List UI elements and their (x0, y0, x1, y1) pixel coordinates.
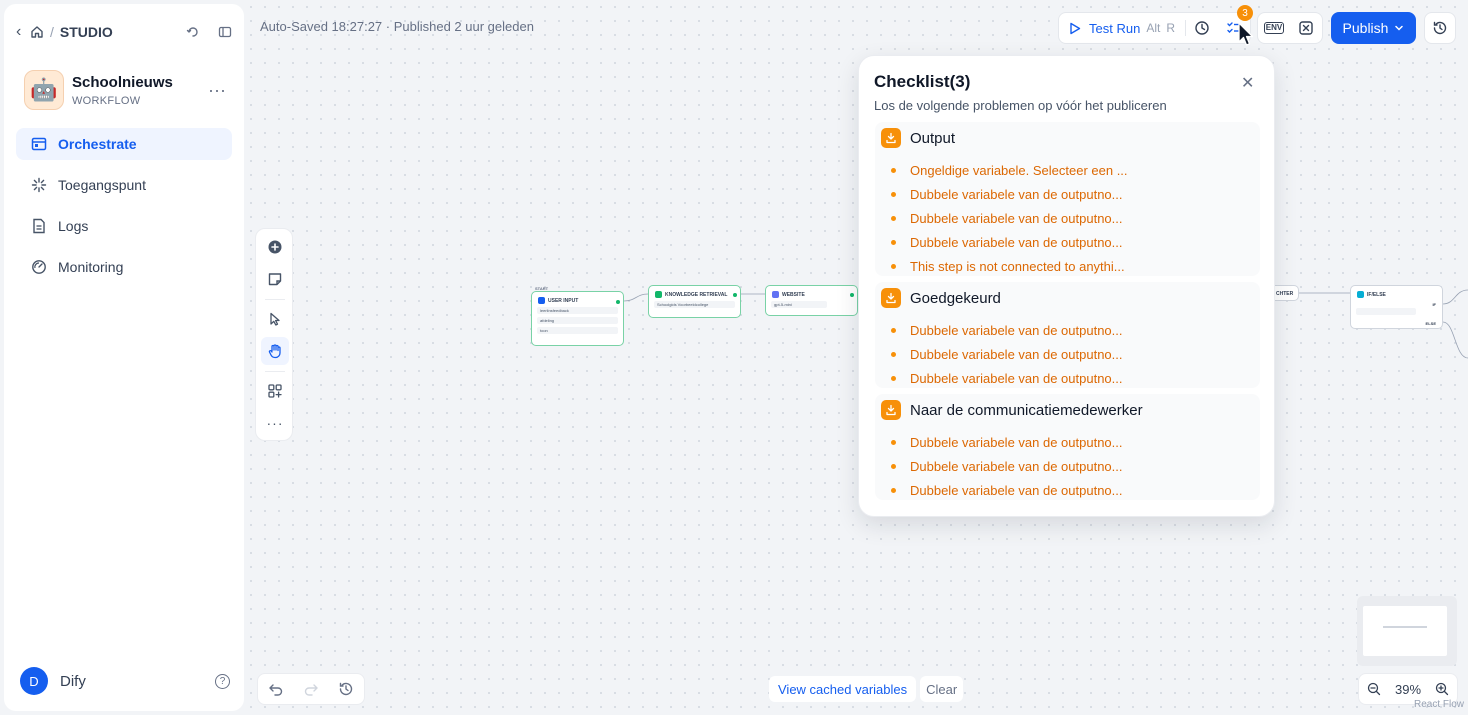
checklist-issue[interactable]: Dubbele variabele van de outputno... (891, 454, 1123, 478)
node-title: IF/ELSE (1367, 291, 1386, 298)
node-title: KNOWLEDGE RETRIEVAL (665, 291, 728, 298)
user-input-icon (538, 297, 545, 304)
node-title: CHTER (1276, 291, 1294, 297)
checklist-issue[interactable]: Dubbele variabele van de outputno... (891, 342, 1123, 366)
zoom-in-icon[interactable] (1435, 682, 1449, 696)
history-icon[interactable] (338, 681, 354, 697)
node-knowledge-row: Schoolgids Voorbeeldcollege (654, 301, 735, 308)
checklist-group-output[interactable]: Output Ongeldige variabele. Selecteer ee… (875, 122, 1260, 276)
checklist-subtitle: Los de volgende problemen op vóór het pu… (874, 98, 1167, 113)
cached-variables-bar: View cached variables Clear (769, 676, 964, 702)
node-title: USER INPUT (548, 297, 579, 304)
end-node-icon (881, 288, 901, 308)
checklist-group-goedgekeurd[interactable]: Goedgekeurd Dubbele variabele van de out… (875, 282, 1260, 388)
minimap[interactable] (1357, 596, 1457, 666)
truncated-node[interactable]: CHTER (1274, 285, 1299, 301)
zoom-out-icon[interactable] (1367, 682, 1381, 696)
redo-icon[interactable] (303, 681, 319, 697)
node-condition-row (1356, 308, 1416, 315)
group-title: Naar de communicatiemedewerker (910, 401, 1143, 419)
zoom-level[interactable]: 39% (1395, 682, 1421, 697)
checklist-issue[interactable]: Dubbele variabele van de outputno... (891, 182, 1128, 206)
end-node-icon (881, 128, 901, 148)
node-title: WEBSITE (782, 291, 805, 298)
clear-button[interactable]: Clear (920, 676, 964, 702)
node-variable-row: toon (537, 327, 618, 334)
view-cached-variables-button[interactable]: View cached variables (769, 676, 917, 702)
ifelse-node[interactable]: IF/ELSE IF ELSE (1350, 285, 1443, 329)
else-label: ELSE (1425, 321, 1436, 326)
checklist-panel: Checklist(3) Los de volgende problemen o… (858, 55, 1275, 517)
minimap-viewport[interactable] (1363, 606, 1447, 656)
checklist-issue[interactable]: Dubbele variabele van de outputno... (891, 206, 1128, 230)
node-status-dot (616, 300, 620, 304)
checklist-title: Checklist(3) (874, 72, 971, 91)
checklist-issue[interactable]: This step is not connected to anythi... (891, 254, 1128, 278)
react-flow-attribution[interactable]: React Flow (1414, 699, 1464, 710)
if-label: IF (1432, 302, 1436, 307)
user-input-node[interactable]: USER INPUT leerlinsfeedback afdeling too… (531, 291, 624, 346)
minimap-nodes (1383, 626, 1427, 628)
website-node[interactable]: WEBSITE gpt-5-mini (765, 285, 858, 316)
group-title: Goedgekeurd (910, 289, 1001, 307)
node-variable-row: leerlinsfeedback (537, 307, 618, 314)
undo-icon[interactable] (268, 681, 284, 697)
node-status-dot (733, 293, 737, 297)
checklist-group-communicatie[interactable]: Naar de communicatiemedewerker Dubbele v… (875, 394, 1260, 500)
close-icon[interactable]: ✕ (1241, 73, 1254, 93)
node-model-row: gpt-5-mini (771, 301, 827, 308)
checklist-issue[interactable]: Dubbele variabele van de outputno... (891, 230, 1128, 254)
group-title: Output (910, 129, 956, 147)
checklist-issue[interactable]: Dubbele variabele van de outputno... (891, 318, 1123, 342)
ifelse-icon (1357, 291, 1364, 298)
checklist-issue[interactable]: Dubbele variabele van de outputno... (891, 430, 1123, 454)
checklist-issue[interactable]: Dubbele variabele van de outputno... (891, 478, 1123, 502)
checklist-issue[interactable]: Dubbele variabele van de outputno... (891, 366, 1123, 390)
end-node-icon (881, 400, 901, 420)
undo-redo-bar (257, 673, 365, 705)
knowledge-icon (655, 291, 662, 298)
knowledge-retrieval-node[interactable]: KNOWLEDGE RETRIEVAL Schoolgids Voorbeeld… (648, 285, 741, 318)
checklist-issue[interactable]: Ongeldige variabele. Selecteer een ... (891, 158, 1128, 182)
llm-icon (772, 291, 779, 298)
node-variable-row: afdeling (537, 317, 618, 324)
node-status-dot (850, 293, 854, 297)
